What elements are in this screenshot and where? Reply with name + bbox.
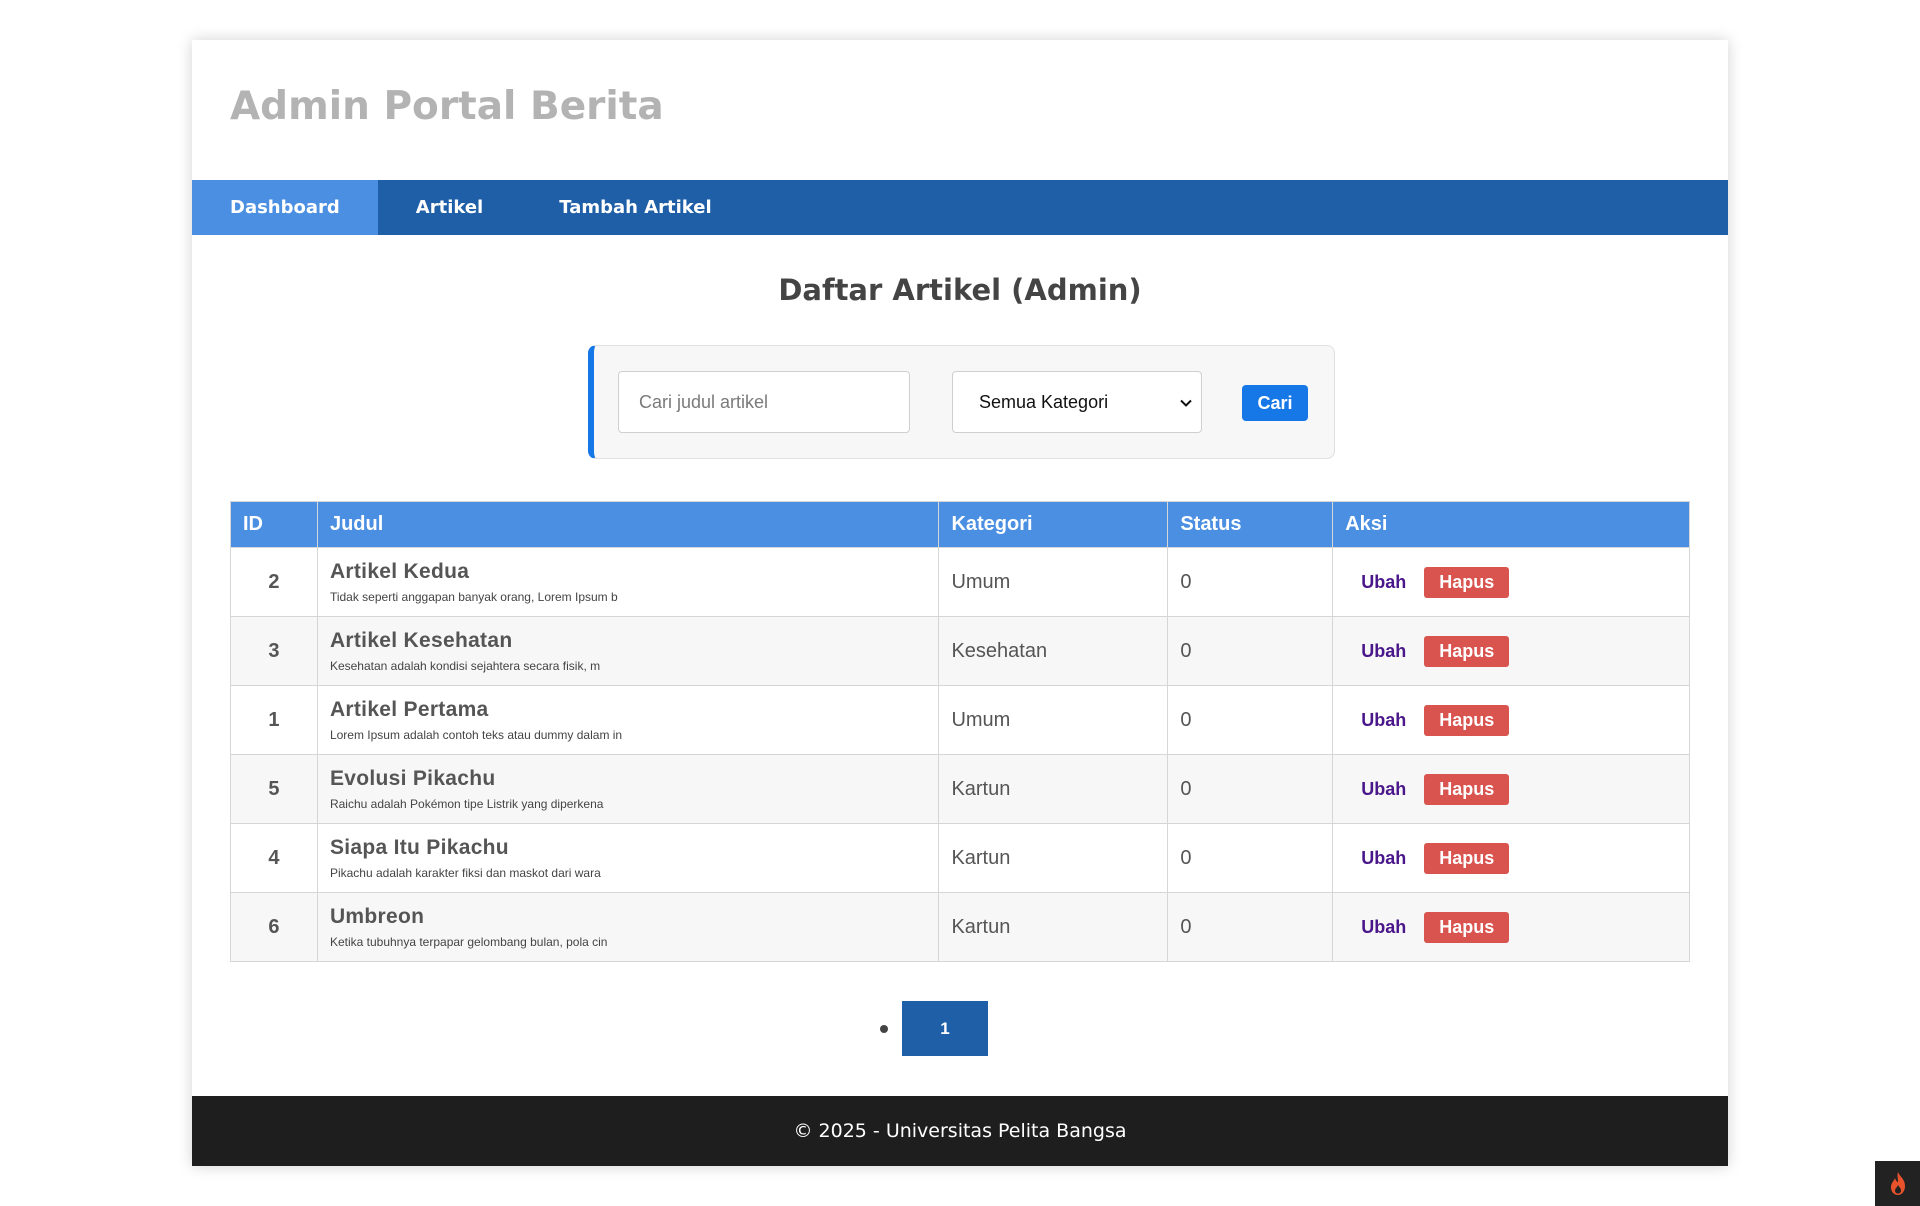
corner-badge[interactable] <box>1875 1161 1920 1206</box>
cell-kategori: Umum <box>938 685 1169 755</box>
edit-link[interactable]: Ubah <box>1361 641 1406 662</box>
edit-link[interactable]: Ubah <box>1361 572 1406 593</box>
cell-kategori: Umum <box>938 547 1169 617</box>
cell-kategori: Kartun <box>938 823 1169 893</box>
delete-button[interactable]: Hapus <box>1424 911 1510 943</box>
edit-link[interactable]: Ubah <box>1361 848 1406 869</box>
column-header-kategori: Kategori <box>938 501 1169 548</box>
column-header-judul: Judul <box>316 501 940 548</box>
cell-judul: Siapa Itu Pikachu Pikachu adalah karakte… <box>316 823 940 893</box>
article-excerpt: Ketika tubuhnya terpapar gelombang bulan… <box>329 935 608 949</box>
delete-button[interactable]: Hapus <box>1424 635 1510 667</box>
cell-aksi: Ubah Hapus <box>1332 547 1690 617</box>
category-select-value: Semua Kategori <box>979 391 1109 412</box>
article-title: Evolusi Pikachu <box>329 767 496 790</box>
article-excerpt: Raichu adalah Pokémon tipe Listrik yang … <box>329 797 604 811</box>
table-row: 4 Siapa Itu Pikachu Pikachu adalah karak… <box>230 823 1690 893</box>
table-header-row: ID Judul Kategori Status Aksi <box>230 501 1690 548</box>
table-row: 6 Umbreon Ketika tubuhnya terpapar gelom… <box>230 892 1690 962</box>
column-header-aksi: Aksi <box>1332 501 1690 548</box>
cell-judul: Umbreon Ketika tubuhnya terpapar gelomba… <box>316 892 940 962</box>
cell-kategori: Kartun <box>938 892 1169 962</box>
article-excerpt: Kesehatan adalah kondisi sejahtera secar… <box>329 659 601 673</box>
page-container: Admin Portal Berita Dashboard Artikel Ta… <box>192 40 1728 1166</box>
table-row: 2 Artikel Kedua Tidak seperti anggapan b… <box>230 547 1690 617</box>
cell-aksi: Ubah Hapus <box>1332 823 1690 893</box>
cell-status: 0 <box>1167 616 1334 686</box>
article-title: Artikel Kesehatan <box>329 629 513 652</box>
cell-kategori: Kartun <box>938 754 1169 824</box>
cell-id: 5 <box>230 754 318 824</box>
footer-text: © 2025 - Universitas Pelita Bangsa <box>793 1120 1127 1142</box>
pagination: 1 <box>192 1001 1728 1056</box>
cell-status: 0 <box>1167 823 1334 893</box>
search-button[interactable]: Cari <box>1242 385 1308 421</box>
cell-judul: Evolusi Pikachu Raichu adalah Pokémon ti… <box>316 754 940 824</box>
cell-id: 4 <box>230 823 318 893</box>
edit-link[interactable]: Ubah <box>1361 779 1406 800</box>
cell-status: 0 <box>1167 547 1334 617</box>
site-header: Admin Portal Berita <box>192 40 1728 180</box>
cell-status: 0 <box>1167 892 1334 962</box>
main-nav: Dashboard Artikel Tambah Artikel <box>192 180 1728 235</box>
page-button-current[interactable]: 1 <box>902 1001 988 1056</box>
article-title: Umbreon <box>329 905 425 928</box>
edit-link[interactable]: Ubah <box>1361 710 1406 731</box>
table-row: 5 Evolusi Pikachu Raichu adalah Pokémon … <box>230 754 1690 824</box>
cell-judul: Artikel Kesehatan Kesehatan adalah kondi… <box>316 616 940 686</box>
cell-kategori: Kesehatan <box>938 616 1169 686</box>
nav-dashboard[interactable]: Dashboard <box>192 180 378 235</box>
pagination-bullet-icon <box>880 1024 888 1033</box>
nav-tambah-artikel[interactable]: Tambah Artikel <box>521 180 749 235</box>
cell-id: 2 <box>230 547 318 617</box>
cell-status: 0 <box>1167 754 1334 824</box>
edit-link[interactable]: Ubah <box>1361 917 1406 938</box>
cell-id: 3 <box>230 616 318 686</box>
delete-button[interactable]: Hapus <box>1424 842 1510 874</box>
cell-aksi: Ubah Hapus <box>1332 685 1690 755</box>
search-panel: Semua Kategori Cari <box>588 345 1335 459</box>
article-excerpt: Tidak seperti anggapan banyak orang, Lor… <box>329 590 618 604</box>
chevron-down-icon <box>1180 399 1192 407</box>
cell-id: 1 <box>230 685 318 755</box>
cell-aksi: Ubah Hapus <box>1332 616 1690 686</box>
cell-id: 6 <box>230 892 318 962</box>
cell-judul: Artikel Kedua Tidak seperti anggapan ban… <box>316 547 940 617</box>
site-title: Admin Portal Berita <box>230 84 664 129</box>
search-input[interactable] <box>618 371 910 433</box>
article-title: Artikel Pertama <box>329 698 489 721</box>
cell-status: 0 <box>1167 685 1334 755</box>
flame-icon <box>1890 1171 1905 1195</box>
delete-button[interactable]: Hapus <box>1424 704 1510 736</box>
nav-artikel[interactable]: Artikel <box>378 180 521 235</box>
table-row: 3 Artikel Kesehatan Kesehatan adalah kon… <box>230 616 1690 686</box>
article-title: Artikel Kedua <box>329 560 470 583</box>
column-header-id: ID <box>230 501 318 548</box>
column-header-status: Status <box>1167 501 1334 548</box>
category-select[interactable]: Semua Kategori <box>952 371 1202 433</box>
article-excerpt: Lorem Ipsum adalah contoh teks atau dumm… <box>329 728 623 742</box>
article-title: Siapa Itu Pikachu <box>329 836 509 859</box>
table-row: 1 Artikel Pertama Lorem Ipsum adalah con… <box>230 685 1690 755</box>
page-title: Daftar Artikel (Admin) <box>778 273 1142 307</box>
cell-aksi: Ubah Hapus <box>1332 754 1690 824</box>
cell-aksi: Ubah Hapus <box>1332 892 1690 962</box>
cell-judul: Artikel Pertama Lorem Ipsum adalah conto… <box>316 685 940 755</box>
articles-table: ID Judul Kategori Status Aksi 2 Artikel … <box>230 501 1690 962</box>
delete-button[interactable]: Hapus <box>1424 566 1510 598</box>
article-excerpt: Pikachu adalah karakter fiksi dan maskot… <box>329 866 601 880</box>
delete-button[interactable]: Hapus <box>1424 773 1510 805</box>
site-footer: © 2025 - Universitas Pelita Bangsa <box>192 1096 1728 1166</box>
